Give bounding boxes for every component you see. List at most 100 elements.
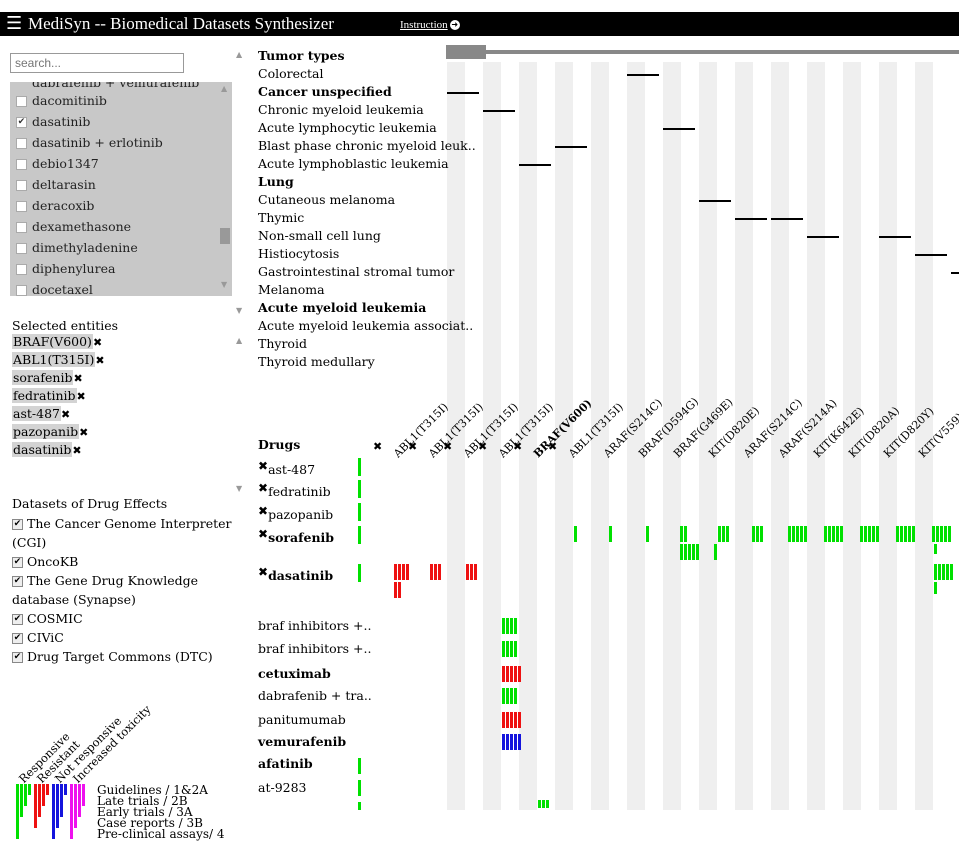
evidence-bar[interactable] bbox=[872, 526, 875, 542]
evidence-bar[interactable] bbox=[514, 688, 517, 704]
evidence-bar[interactable] bbox=[514, 666, 517, 682]
evidence-bar[interactable] bbox=[936, 526, 939, 542]
drug-list-item[interactable]: dimethyladenine bbox=[10, 237, 232, 258]
scroll-up-icon[interactable]: ▲ bbox=[236, 336, 242, 345]
instruction-link[interactable]: Instruction ➜ bbox=[400, 19, 460, 31]
evidence-bar[interactable] bbox=[824, 526, 827, 542]
evidence-bar[interactable] bbox=[502, 734, 505, 750]
drug-list-item[interactable]: dasatinib + erlotinib bbox=[10, 132, 232, 153]
evidence-bar[interactable] bbox=[876, 526, 879, 542]
close-x-icon[interactable]: ✖ bbox=[77, 390, 86, 403]
drug-checkbox[interactable]: ✔ bbox=[16, 117, 27, 128]
tumor-type[interactable]: Blast phase chronic myeloid leuk.. bbox=[258, 137, 478, 155]
evidence-bar[interactable] bbox=[514, 618, 517, 634]
tumor-type[interactable]: Thyroid bbox=[258, 335, 478, 353]
dataset-option[interactable]: ✔ COSMIC bbox=[12, 609, 242, 628]
drug-list-scrollbar[interactable]: ▲ ▼ bbox=[218, 82, 232, 296]
evidence-bar[interactable] bbox=[502, 712, 505, 728]
drug-checkbox[interactable] bbox=[16, 96, 27, 107]
tumor-type[interactable]: Acute lymphoblastic leukemia bbox=[258, 155, 478, 173]
drug-checkbox[interactable] bbox=[16, 138, 27, 149]
hamburger-menu-icon[interactable]: ☰ bbox=[6, 15, 22, 33]
evidence-bar[interactable] bbox=[394, 564, 397, 580]
evidence-bar[interactable] bbox=[398, 564, 401, 580]
close-x-icon[interactable]: ✖ bbox=[258, 527, 268, 541]
drug-row[interactable]: afatinib bbox=[258, 756, 313, 771]
drug-list-item[interactable]: dexamethasone bbox=[10, 216, 232, 237]
evidence-bar[interactable] bbox=[358, 758, 361, 774]
drug-row[interactable]: ✖sorafenib bbox=[258, 526, 334, 545]
evidence-bar[interactable] bbox=[402, 564, 405, 580]
drug-checkbox[interactable] bbox=[16, 180, 27, 191]
evidence-bar[interactable] bbox=[714, 544, 717, 560]
dataset-option[interactable]: ✔ Drug Target Commons (DTC) bbox=[12, 647, 242, 666]
tumor-type[interactable]: Tumor types bbox=[258, 47, 478, 65]
evidence-bar[interactable] bbox=[940, 526, 943, 542]
evidence-bar[interactable] bbox=[510, 688, 513, 704]
evidence-bar[interactable] bbox=[510, 641, 513, 657]
evidence-bar[interactable] bbox=[946, 564, 949, 580]
drug-list-item[interactable]: diphenylurea bbox=[10, 258, 232, 279]
evidence-bar[interactable] bbox=[860, 526, 863, 542]
evidence-bar[interactable] bbox=[502, 666, 505, 682]
tumor-type[interactable]: Histiocytosis bbox=[258, 245, 478, 263]
evidence-bar[interactable] bbox=[506, 712, 509, 728]
dataset-checkbox[interactable]: ✔ bbox=[12, 652, 23, 663]
drug-list-item[interactable]: debio1347 bbox=[10, 153, 232, 174]
drug-row[interactable]: cetuximab bbox=[258, 666, 331, 681]
evidence-bar[interactable] bbox=[358, 780, 361, 796]
close-x-icon[interactable]: ✖ bbox=[93, 336, 102, 349]
close-x-icon[interactable]: ✖ bbox=[373, 440, 382, 453]
evidence-bar[interactable] bbox=[518, 734, 521, 750]
drug-row[interactable]: ✖pazopanib bbox=[258, 503, 333, 522]
close-x-icon[interactable]: ✖ bbox=[408, 440, 417, 453]
drug-checkbox[interactable] bbox=[16, 243, 27, 254]
evidence-bar[interactable] bbox=[684, 526, 687, 542]
drug-row[interactable]: ✖ast-487 bbox=[258, 458, 315, 477]
evidence-bar[interactable] bbox=[358, 458, 361, 476]
evidence-bar[interactable] bbox=[726, 526, 729, 542]
tumor-type[interactable]: Melanoma bbox=[258, 281, 478, 299]
tumor-type[interactable]: Thymic bbox=[258, 209, 478, 227]
evidence-bar[interactable] bbox=[518, 666, 521, 682]
drug-checkbox[interactable] bbox=[16, 201, 27, 212]
evidence-bar[interactable] bbox=[900, 526, 903, 542]
close-x-icon[interactable]: ✖ bbox=[79, 426, 88, 439]
drug-checkbox[interactable] bbox=[16, 159, 27, 170]
evidence-bar[interactable] bbox=[908, 526, 911, 542]
evidence-bar[interactable] bbox=[756, 526, 759, 542]
close-x-icon[interactable]: ✖ bbox=[73, 372, 82, 385]
evidence-bar[interactable] bbox=[406, 564, 409, 580]
close-x-icon[interactable]: ✖ bbox=[258, 459, 268, 473]
evidence-bar[interactable] bbox=[800, 526, 803, 542]
scroll-down-icon[interactable]: ▼ bbox=[221, 280, 227, 289]
evidence-bar[interactable] bbox=[934, 582, 937, 594]
evidence-bar[interactable] bbox=[912, 526, 915, 542]
drug-checkbox[interactable] bbox=[16, 285, 27, 296]
drug-list-item[interactable]: ✔ dasatinib bbox=[10, 111, 232, 132]
evidence-bar[interactable] bbox=[506, 641, 509, 657]
close-x-icon[interactable]: ✖ bbox=[258, 504, 268, 518]
dataset-checkbox[interactable]: ✔ bbox=[12, 614, 23, 625]
dataset-option[interactable]: ✔ OncoKB bbox=[12, 552, 242, 571]
dataset-option[interactable]: ✔ The Cancer Genome Interpreter (CGI) bbox=[12, 514, 242, 552]
drug-row[interactable]: dabrafenib + tra.. bbox=[258, 688, 372, 703]
tumor-type[interactable]: Acute myeloid leukemia bbox=[258, 299, 478, 317]
close-x-icon[interactable]: ✖ bbox=[513, 440, 522, 453]
evidence-bar[interactable] bbox=[718, 526, 721, 542]
tumor-type[interactable]: Non-small cell lung bbox=[258, 227, 478, 245]
evidence-bar[interactable] bbox=[358, 564, 361, 582]
evidence-bar[interactable] bbox=[506, 618, 509, 634]
evidence-bar[interactable] bbox=[510, 734, 513, 750]
evidence-bar[interactable] bbox=[438, 564, 441, 580]
dataset-checkbox[interactable]: ✔ bbox=[12, 633, 23, 644]
evidence-bar[interactable] bbox=[932, 526, 935, 542]
evidence-bar[interactable] bbox=[680, 544, 683, 560]
evidence-bar[interactable] bbox=[840, 526, 843, 542]
tumor-type[interactable]: Cutaneous melanoma bbox=[258, 191, 478, 209]
evidence-bar[interactable] bbox=[792, 526, 795, 542]
dataset-checkbox[interactable]: ✔ bbox=[12, 557, 23, 568]
tumor-type[interactable]: Colorectal bbox=[258, 65, 478, 83]
drug-list-item[interactable]: dacomitinib bbox=[10, 90, 232, 111]
close-x-icon[interactable]: ✖ bbox=[443, 440, 452, 453]
